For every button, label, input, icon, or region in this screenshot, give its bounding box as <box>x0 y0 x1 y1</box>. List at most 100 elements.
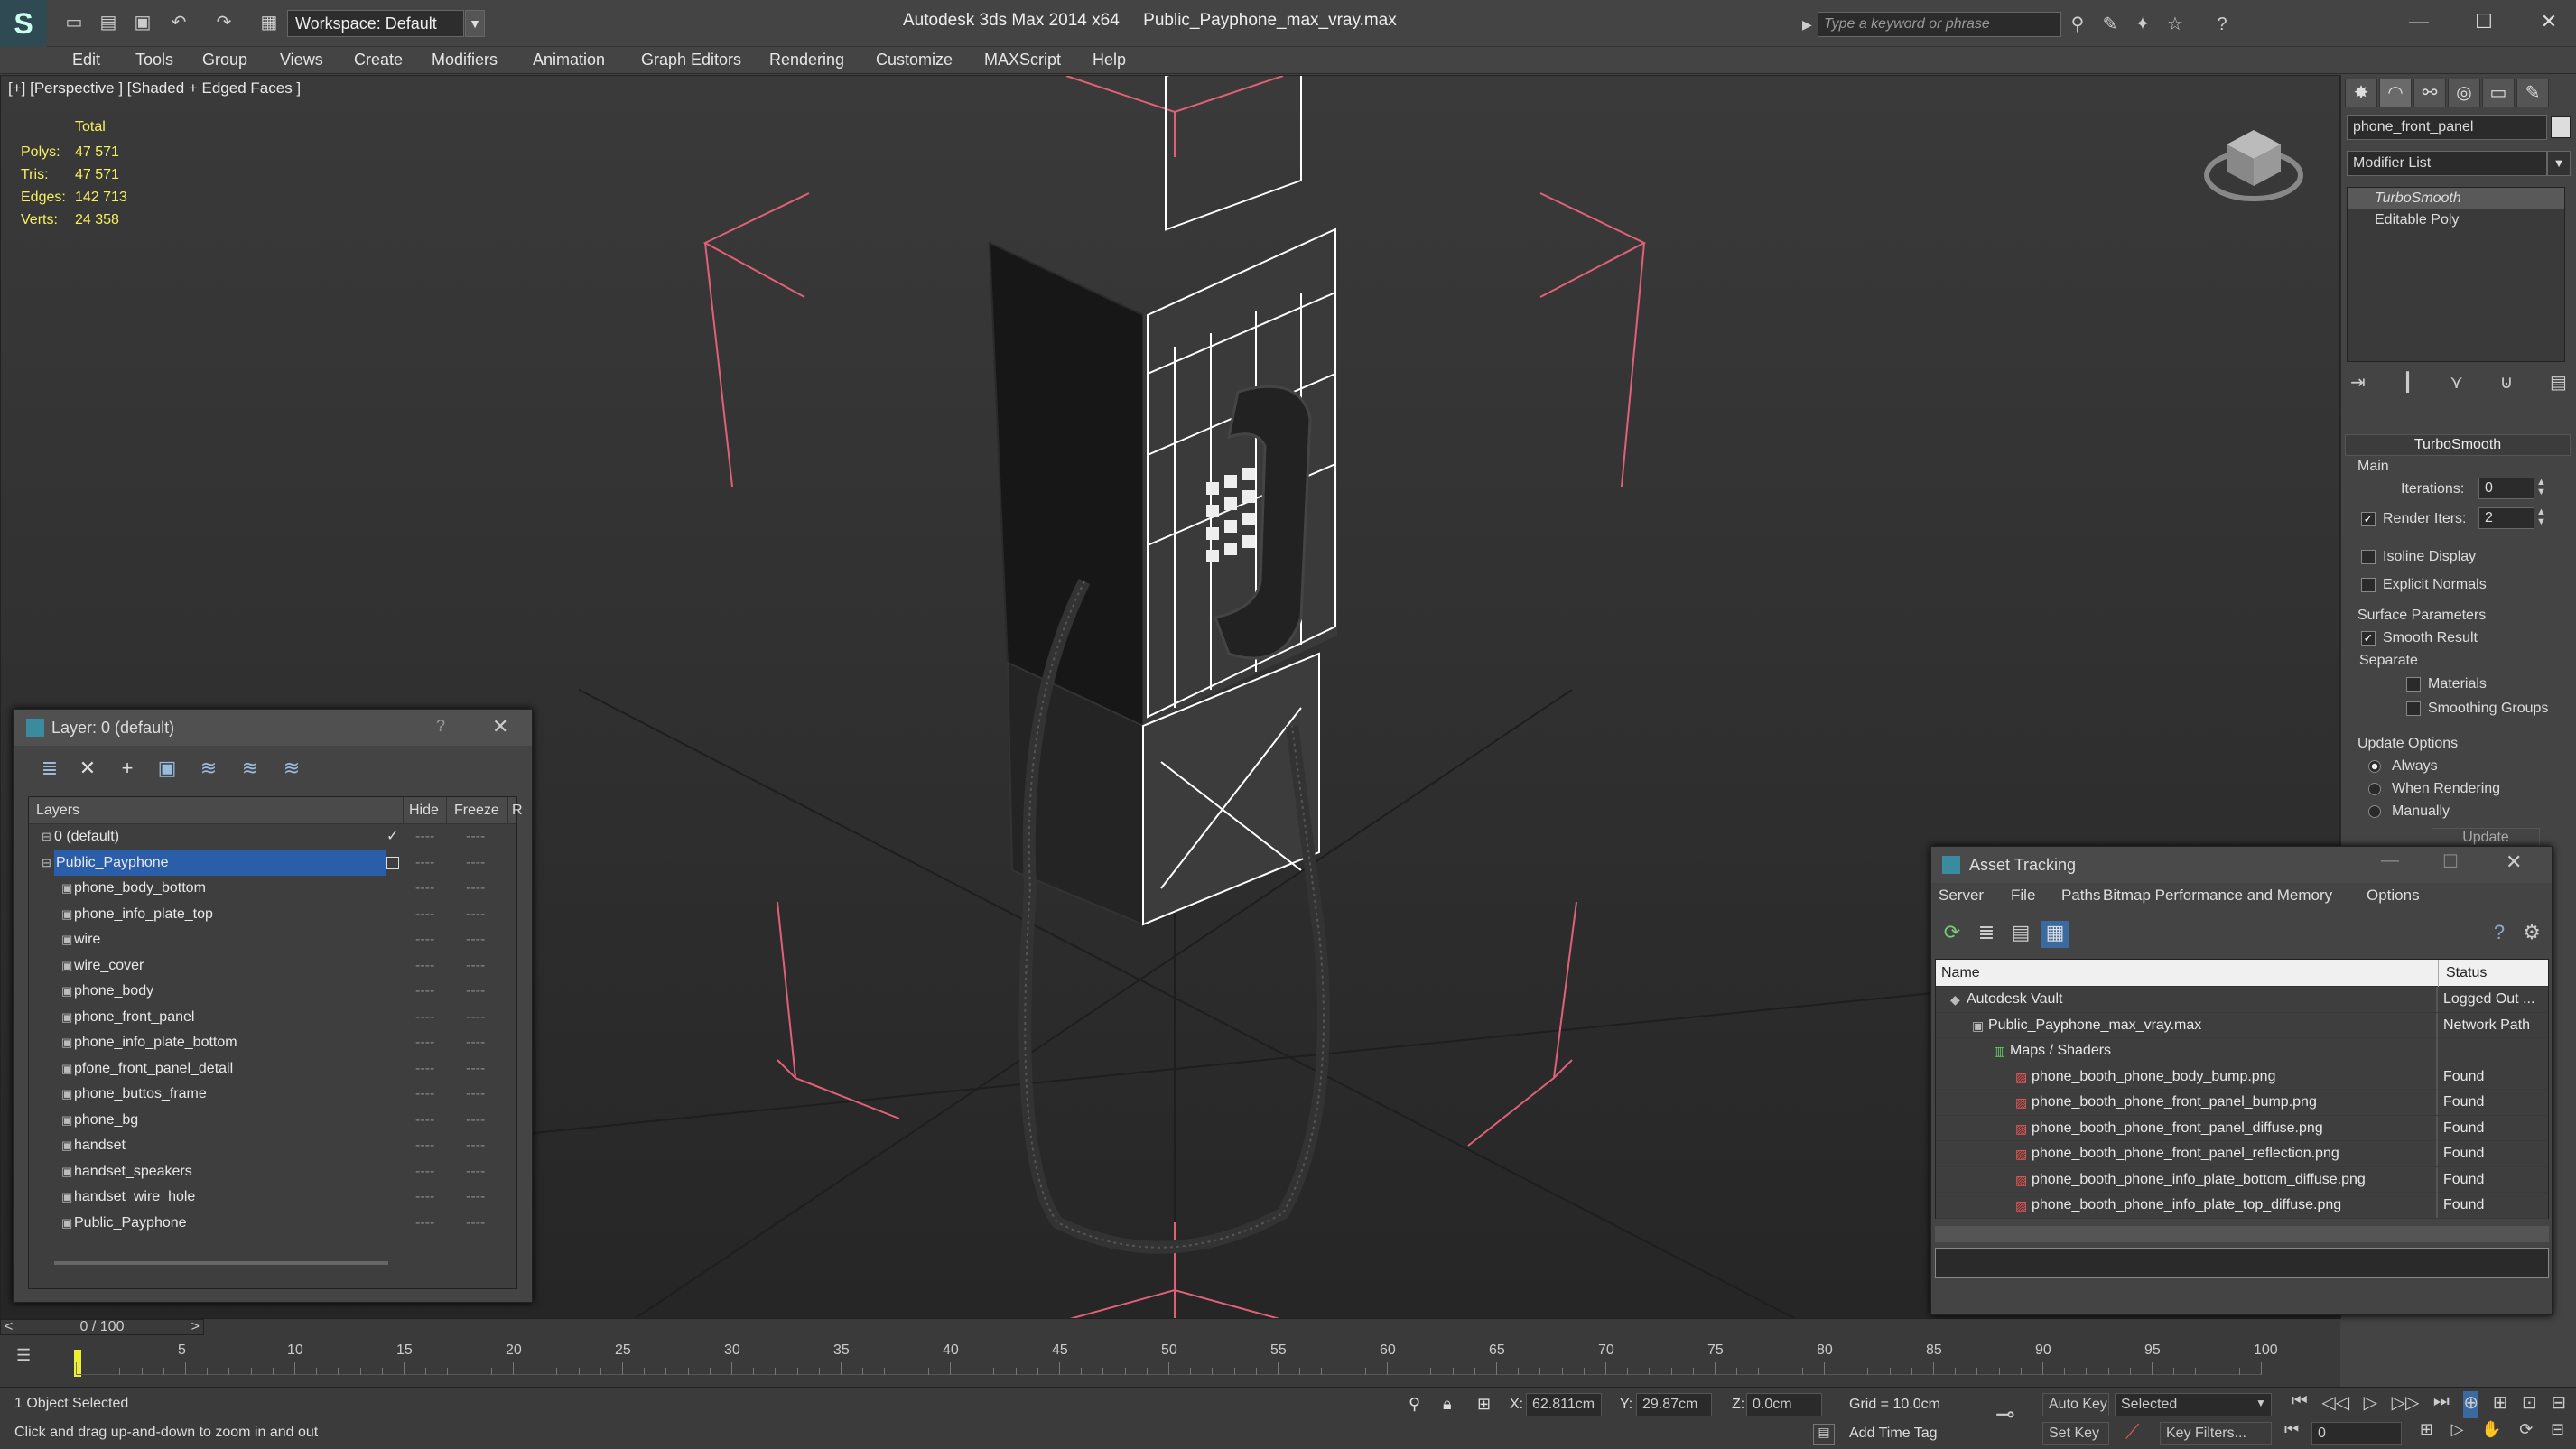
layer-row[interactable]: ▣ handset ---- ---- <box>29 1133 516 1159</box>
asset-menu-server[interactable]: Server <box>1939 887 1984 905</box>
asset-row[interactable]: ▨ phone_booth_phone_info_plate_bottom_dif… <box>1936 1166 2548 1193</box>
layer-name[interactable]: handset_wire_hole <box>74 1184 195 1210</box>
undo-icon[interactable]: ↶ <box>168 11 190 34</box>
layer-row[interactable]: ▣ phone_info_plate_bottom ---- ---- <box>29 1030 516 1056</box>
smooth-result-checkbox[interactable]: ✓ <box>2361 631 2376 646</box>
menu-create[interactable]: Create <box>354 51 403 70</box>
layer-name[interactable]: phone_body <box>74 979 153 1004</box>
zoom-extents-icon[interactable]: ⊡ <box>2522 1391 2537 1418</box>
pan-icon[interactable]: ✋ <box>2481 1420 2501 1439</box>
layer-name[interactable]: phone_buttos_frame <box>74 1082 207 1107</box>
layer-name[interactable]: wire_cover <box>74 953 144 979</box>
timeline[interactable]: <0 / 100 > ☰ 5 10 15 20 25 30 35 40 45 50 55 60 65 70 7… <box>0 1319 2340 1393</box>
render-iters-input[interactable]: 2 <box>2478 507 2534 529</box>
field-of-view-icon[interactable]: ▷ <box>2451 1420 2464 1439</box>
menu-maxscript[interactable]: MAXScript <box>984 51 1061 70</box>
close-icon[interactable]: ✕ <box>2506 850 2522 874</box>
asset-row[interactable]: ▥ Maps / Shaders <box>1936 1038 2548 1064</box>
layer-dialog-title[interactable]: Layer: 0 (default) <box>14 710 532 746</box>
object-color-swatch[interactable] <box>2551 116 2571 138</box>
freeze-toggle[interactable]: ---- <box>466 824 485 850</box>
freeze-toggle[interactable]: ---- <box>466 1030 485 1055</box>
binoculars-icon[interactable]: ⚲ <box>2066 13 2089 36</box>
workspace-dropdown[interactable]: Workspace: Default <box>287 10 464 37</box>
viewcube-icon[interactable] <box>2204 119 2303 209</box>
freeze-toggle[interactable]: ---- <box>466 1056 485 1082</box>
chevron-down-icon[interactable]: ▼ <box>465 10 485 37</box>
freeze-toggle[interactable]: ---- <box>466 850 485 876</box>
turbosmooth-rollout-header[interactable]: TurboSmooth <box>2345 434 2571 456</box>
menu-rendering[interactable]: Rendering <box>769 51 844 70</box>
freeze-toggle[interactable]: ---- <box>466 953 485 979</box>
layer-row[interactable]: ▣ wire_cover ---- ---- <box>29 953 516 980</box>
layer-tree-scrollbar[interactable] <box>54 1261 388 1265</box>
stack-item-editable-poly[interactable]: Editable Poly <box>2348 209 2564 231</box>
y-coordinate-field[interactable]: 29.87cm <box>1636 1393 1712 1416</box>
layer-row[interactable]: ▣ wire ---- ---- <box>29 927 516 953</box>
layer-row[interactable]: ▣ Public_Payphone ---- ---- <box>29 1211 516 1237</box>
utilities-tab-icon[interactable]: ✎ <box>2516 79 2549 107</box>
layer-name[interactable]: phone_front_panel <box>74 1005 194 1030</box>
iterations-spinner[interactable]: ▲ ▼ <box>2536 478 2546 497</box>
layer-name[interactable]: phone_info_plate_bottom <box>74 1030 237 1055</box>
freeze-toggle[interactable]: ---- <box>466 1211 485 1236</box>
layer-name[interactable]: pfone_front_panel_detail <box>74 1056 233 1082</box>
column-hide[interactable]: Hide <box>403 797 439 824</box>
help-icon[interactable]: ? <box>2210 13 2234 36</box>
subscription-icon[interactable]: ✎ <box>2098 13 2122 36</box>
go-to-start-icon[interactable]: ⏮ <box>2292 1391 2308 1418</box>
hide-all-layers-icon[interactable]: ≋ <box>234 753 266 784</box>
make-unique-icon[interactable]: ⋎ <box>2450 371 2463 396</box>
maximize-viewport-icon[interactable]: ⊟ <box>2551 1391 2566 1418</box>
layer-row[interactable]: ▣ phone_info_plate_top ---- ---- <box>29 902 516 928</box>
column-status[interactable]: Status <box>2438 960 2487 987</box>
materials-checkbox[interactable] <box>2406 677 2421 692</box>
freeze-toggle[interactable]: ---- <box>466 1133 485 1158</box>
favorites-star-icon[interactable]: ☆ <box>2163 13 2187 36</box>
menu-group[interactable]: Group <box>202 51 247 70</box>
app-logo-icon[interactable]: S <box>0 0 47 47</box>
configure-sets-icon[interactable]: ▤ <box>2550 371 2567 396</box>
isolate-icon[interactable]: ⚲ <box>1409 1395 1420 1414</box>
orbit-icon[interactable]: ⟳ <box>2519 1420 2533 1439</box>
lock-icon[interactable]: 🔒︎ <box>1443 1395 1452 1414</box>
minimize-icon[interactable]: — <box>2381 850 2399 871</box>
menu-help[interactable]: Help <box>1093 51 1126 70</box>
current-frame-field[interactable]: 0 <box>2311 1422 2402 1445</box>
layer-name[interactable]: phone_body_bottom <box>74 876 206 901</box>
asset-tracking-title[interactable]: Asset Tracking <box>1931 847 2552 883</box>
freeze-toggle[interactable]: ---- <box>466 1184 485 1210</box>
always-radio[interactable] <box>2368 760 2381 773</box>
menu-customize[interactable]: Customize <box>876 51 953 70</box>
column-layers[interactable]: Layers <box>36 797 79 824</box>
time-config-icon[interactable]: ⊞ <box>2420 1420 2433 1439</box>
layer-row[interactable]: ▣ pfone_front_panel_detail ---- ---- <box>29 1056 516 1082</box>
hide-toggle[interactable]: ---- <box>415 1056 434 1082</box>
hide-toggle[interactable]: ---- <box>415 1030 434 1055</box>
freeze-toggle[interactable]: ---- <box>466 979 485 1004</box>
help-icon[interactable]: ? <box>2486 921 2513 948</box>
communication-icon[interactable]: ✦ <box>2131 13 2154 36</box>
column-freeze[interactable]: Freeze <box>446 797 499 824</box>
modifier-list-dropdown[interactable]: Modifier List <box>2347 151 2547 176</box>
menu-animation[interactable]: Animation <box>533 51 605 70</box>
time-slider[interactable]: <0 / 100 > <box>0 1319 204 1335</box>
asset-row[interactable]: ▨ phone_booth_phone_front_panel_diffuse.p… <box>1936 1115 2548 1141</box>
play-icon[interactable]: ▷ <box>2364 1391 2377 1418</box>
layer-row[interactable]: ▣ phone_body_bottom ---- ---- <box>29 876 516 902</box>
set-key-button[interactable]: Set Key <box>2042 1422 2109 1445</box>
menu-graph-editors[interactable]: Graph Editors <box>641 51 741 70</box>
modify-tab-icon[interactable]: ◠ <box>2379 79 2412 107</box>
new-file-icon[interactable]: ▭ <box>63 11 85 34</box>
settings-icon[interactable]: ⚙ <box>2518 921 2545 948</box>
asset-menu-file[interactable]: File <box>2011 887 2035 905</box>
menu-modifiers[interactable]: Modifiers <box>432 51 498 70</box>
asset-path-field[interactable] <box>1935 1248 2549 1278</box>
chevron-down-icon[interactable]: ▼ <box>2255 1397 2266 1409</box>
project-folder-icon[interactable]: ▦ <box>258 11 280 34</box>
time-tag-icon[interactable]: ▤ <box>1813 1424 1835 1445</box>
manually-radio[interactable] <box>2368 805 2381 818</box>
freeze-toggle[interactable]: ---- <box>466 876 485 901</box>
open-file-icon[interactable]: ▤ <box>98 11 119 34</box>
x-coordinate-field[interactable]: 62.811cm <box>1526 1393 1602 1416</box>
